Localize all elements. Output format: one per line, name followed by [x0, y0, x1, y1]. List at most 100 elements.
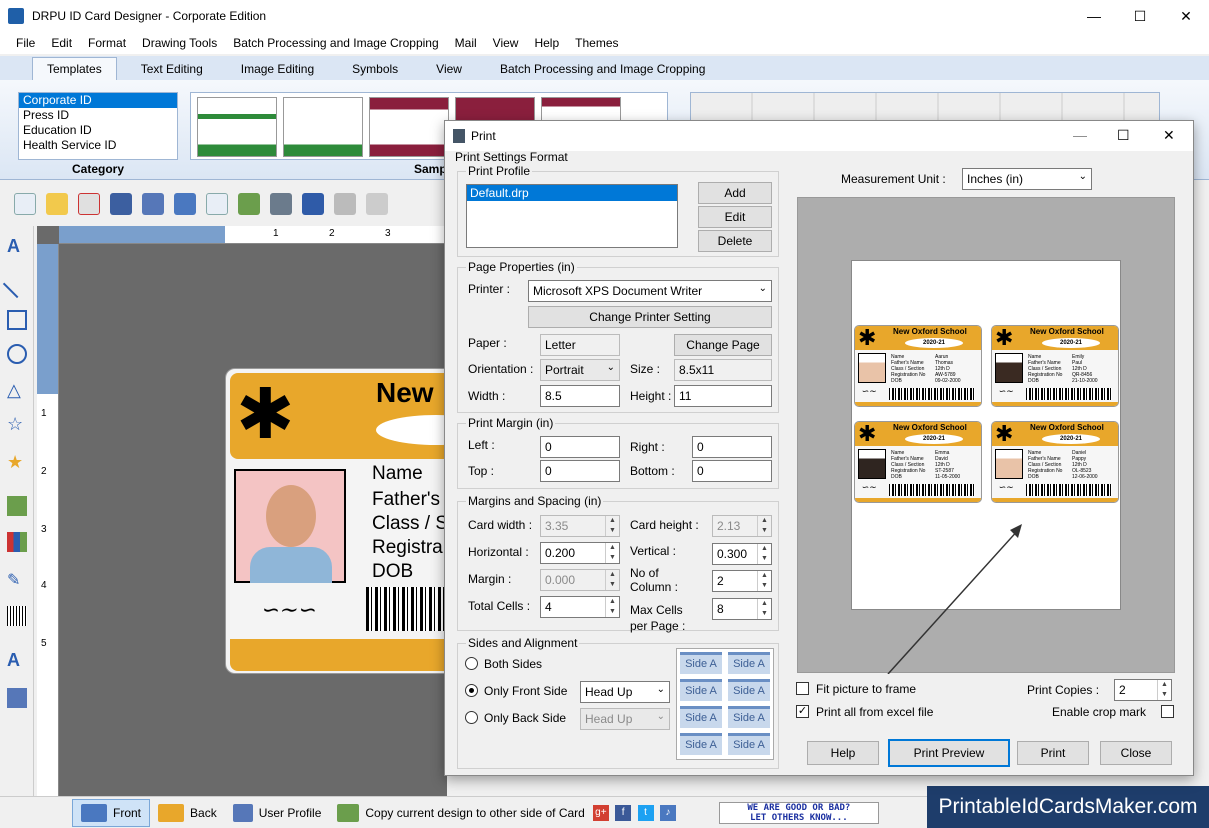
new-icon[interactable]	[14, 193, 36, 215]
dialog-minimize-button[interactable]: —	[1073, 127, 1087, 143]
spinner-icon[interactable]: ▲ ▼	[757, 544, 771, 564]
signature-tool-icon[interactable]: ✎	[7, 570, 27, 590]
spinner-icon[interactable]: ▲ ▼	[605, 543, 619, 563]
feedback-banner[interactable]: WE ARE GOOD OR BAD? LET OTHERS KNOW...	[718, 801, 879, 824]
save-as-icon[interactable]	[142, 193, 164, 215]
dialog-close-button[interactable]: ✕	[1163, 127, 1175, 144]
image-library-icon[interactable]	[7, 688, 27, 708]
only-back-side-radio[interactable]	[465, 711, 478, 724]
edit-profile-button[interactable]: Edit	[698, 206, 772, 228]
rectangle-tool-icon[interactable]	[7, 310, 27, 330]
vertical-spacing-field[interactable]: 0.300 ▲ ▼	[712, 543, 772, 565]
top-margin-field[interactable]: 0	[540, 460, 620, 482]
horizontal-spacing-field[interactable]: 0.200 ▲ ▼	[540, 542, 620, 564]
close-file-icon[interactable]	[78, 193, 100, 215]
category-item-corporate[interactable]: Corporate ID	[19, 93, 177, 108]
front-side-button[interactable]: Front	[72, 798, 151, 827]
menu-view[interactable]: View	[493, 36, 519, 50]
google-plus-icon[interactable]: g+	[592, 805, 609, 821]
line-tool-icon[interactable]	[2, 269, 32, 299]
design-canvas[interactable]: 1 2 3 1 2 3 4 5 ✱ New Name Father's Clas…	[37, 226, 485, 796]
menu-help[interactable]: Help	[534, 36, 559, 50]
picture-tool-icon[interactable]	[7, 496, 27, 516]
symbol-tool-icon[interactable]: ★	[7, 452, 27, 472]
share-icon[interactable]: ♪	[659, 805, 676, 821]
width-field[interactable]: 8.5	[540, 385, 620, 407]
no-of-column-field[interactable]: 2 ▲ ▼	[712, 570, 772, 592]
user-profile-button[interactable]: User Profile	[225, 799, 330, 827]
print-icon[interactable]	[270, 193, 292, 215]
only-front-side-label[interactable]: Only Front Side	[484, 684, 567, 698]
menu-themes[interactable]: Themes	[575, 36, 618, 50]
dialog-close-action-button[interactable]: Close	[1100, 741, 1172, 765]
both-sides-radio[interactable]	[465, 657, 478, 670]
right-margin-field[interactable]: 0	[692, 436, 772, 458]
measurement-unit-select[interactable]: Inches (in) ⌄	[962, 168, 1092, 190]
redo-icon[interactable]	[334, 193, 356, 215]
profile-item[interactable]: Default.drp	[467, 185, 677, 201]
menu-batch-processing[interactable]: Batch Processing and Image Cropping	[233, 36, 438, 50]
twitter-icon[interactable]: t	[637, 805, 654, 821]
fit-picture-checkbox[interactable]	[796, 682, 809, 695]
enable-crop-mark-label[interactable]: Enable crop mark	[1052, 705, 1146, 719]
minimize-button[interactable]: —	[1071, 0, 1117, 32]
only-front-side-radio[interactable]	[465, 684, 478, 697]
spinner-icon[interactable]: ▲ ▼	[605, 597, 619, 617]
tab-text-editing[interactable]: Text Editing	[127, 58, 217, 80]
print-all-excel-checkbox[interactable]: ✓	[796, 705, 809, 718]
sample-thumb[interactable]	[369, 97, 449, 157]
menu-edit[interactable]: Edit	[51, 36, 72, 50]
star-tool-icon[interactable]: ☆	[7, 414, 27, 434]
library-tool-icon[interactable]	[7, 532, 27, 552]
tab-batch-processing[interactable]: Batch Processing and Image Cropping	[486, 58, 719, 80]
fit-picture-label[interactable]: Fit picture to frame	[816, 682, 916, 696]
barcode-tool-icon[interactable]	[7, 606, 27, 626]
watermark-tool-icon[interactable]: A	[7, 650, 27, 670]
spinner-icon[interactable]: ▲ ▼	[757, 599, 771, 619]
save-icon[interactable]	[110, 193, 132, 215]
print-profile-list[interactable]: Default.drp	[466, 184, 678, 248]
printer-select[interactable]: Microsoft XPS Document Writer ⌄	[528, 280, 772, 302]
category-item-education[interactable]: Education ID	[19, 123, 177, 138]
change-page-button[interactable]: Change Page	[674, 334, 772, 356]
enable-crop-mark-checkbox[interactable]	[1161, 705, 1174, 718]
delete-profile-button[interactable]: Delete	[698, 230, 772, 252]
left-margin-field[interactable]: 0	[540, 436, 620, 458]
triangle-tool-icon[interactable]: △	[7, 380, 27, 400]
tab-templates[interactable]: Templates	[32, 57, 117, 80]
orientation-select[interactable]: Portrait ⌄	[540, 359, 620, 381]
category-list[interactable]: Corporate ID Press ID Education ID Healt…	[18, 92, 178, 160]
menu-file[interactable]: File	[16, 36, 35, 50]
front-alignment-select[interactable]: Head Up ⌄	[580, 681, 670, 703]
spinner-icon[interactable]: ▲ ▼	[1157, 680, 1171, 700]
ellipse-tool-icon[interactable]	[7, 344, 27, 364]
properties-icon[interactable]	[206, 193, 228, 215]
only-back-side-label[interactable]: Only Back Side	[484, 711, 566, 725]
change-printer-setting-button[interactable]: Change Printer Setting	[528, 306, 772, 328]
cut-icon[interactable]	[366, 193, 388, 215]
print-preview-button[interactable]: Print Preview	[888, 739, 1010, 767]
facebook-icon[interactable]: f	[615, 805, 632, 821]
sample-thumb[interactable]	[283, 97, 363, 157]
both-sides-label[interactable]: Both Sides	[484, 657, 542, 671]
menu-format[interactable]: Format	[88, 36, 126, 50]
bottom-margin-field[interactable]: 0	[692, 460, 772, 482]
spinner-icon[interactable]: ▲ ▼	[757, 571, 771, 591]
add-profile-button[interactable]: Add	[698, 182, 772, 204]
menu-drawing-tools[interactable]: Drawing Tools	[142, 36, 217, 50]
total-cells-field[interactable]: 4 ▲ ▼	[540, 596, 620, 618]
height-field[interactable]: 11	[674, 385, 772, 407]
max-cells-field[interactable]: 8 ▲ ▼	[712, 598, 772, 620]
print-copies-field[interactable]: 2 ▲ ▼	[1114, 679, 1172, 701]
back-side-button[interactable]: Back	[150, 799, 225, 827]
category-item-health[interactable]: Health Service ID	[19, 138, 177, 153]
text-tool-icon[interactable]: A	[7, 236, 27, 256]
print-button[interactable]: Print	[1017, 741, 1089, 765]
category-item-press[interactable]: Press ID	[19, 108, 177, 123]
dialog-maximize-button[interactable]: ☐	[1117, 127, 1130, 144]
undo-icon[interactable]	[302, 193, 324, 215]
close-button[interactable]: ✕	[1163, 0, 1209, 32]
sample-thumb[interactable]	[197, 97, 277, 157]
open-icon[interactable]	[46, 193, 68, 215]
tab-symbols[interactable]: Symbols	[338, 58, 412, 80]
